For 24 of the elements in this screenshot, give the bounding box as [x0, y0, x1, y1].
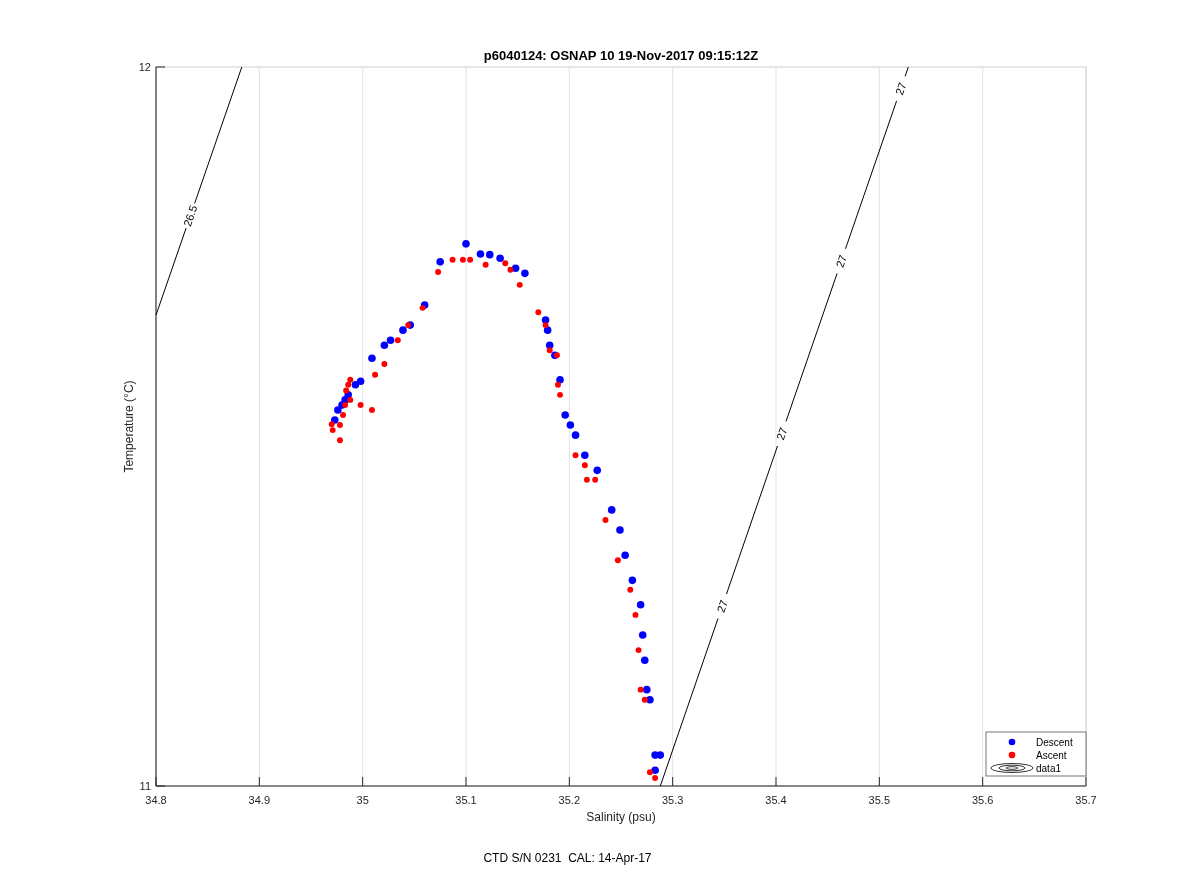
contour-label: 27 — [893, 80, 909, 97]
contour-label: 27 — [774, 425, 790, 442]
x-tick-label: 35.4 — [765, 794, 787, 806]
x-tick-label: 35.6 — [971, 794, 994, 806]
x-tick-label: 35.5 — [868, 794, 891, 806]
footer-text: CTD S/N 0231 CAL: 14-Apr-17 — [483, 851, 652, 865]
x-tick-label: 35.2 — [558, 794, 581, 806]
chart-title: p6040124: OSNAP 10 19-Nov-2017 09:15:12Z — [483, 48, 759, 63]
contour-label: 27 — [714, 598, 730, 614]
y-tick-label: 11 — [139, 780, 151, 792]
x-tick-label: 34.8 — [145, 794, 167, 806]
x-tick-label: 35 — [356, 794, 369, 806]
y-tick-label: 12 — [138, 61, 151, 73]
contour-label: 27 — [833, 253, 849, 269]
x-tick-label: 35.3 — [661, 794, 684, 806]
x-tick-label: 35.7 — [1075, 794, 1097, 806]
contour-label: 26.5 — [181, 203, 200, 228]
legend-label: data1 — [1036, 763, 1062, 774]
legend-label: Descent — [1036, 737, 1073, 748]
x-tick-label: 35.1 — [455, 794, 477, 806]
x-axis-label: Salinity (psu) — [586, 810, 656, 824]
y-axis-label: Temperature (°C) — [122, 380, 136, 473]
x-tick-label: 34.9 — [248, 794, 271, 806]
legend-label: Ascent — [1036, 750, 1067, 761]
